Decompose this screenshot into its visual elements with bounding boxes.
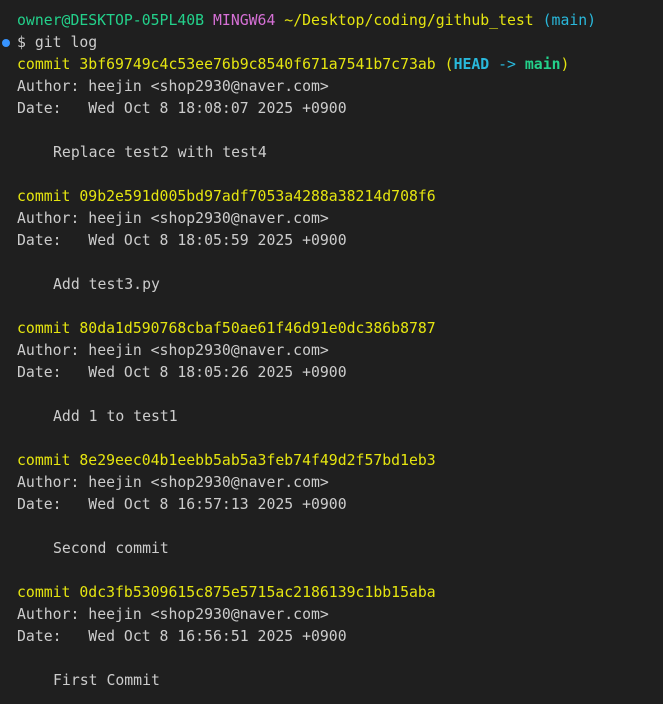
ref-arrow: -> bbox=[498, 56, 516, 73]
commit-date-line: Date: Wed Oct 8 16:56:51 2025 +0900 bbox=[0, 626, 663, 648]
commit-message: Second commit bbox=[53, 540, 169, 557]
commit-author: heejin <shop2930@naver.com> bbox=[88, 210, 329, 227]
commit-author: heejin <shop2930@naver.com> bbox=[88, 606, 329, 623]
commit-message-line: Add 1 to test1 bbox=[0, 406, 663, 428]
commit-hash: 80da1d590768cbaf50ae61f46d91e0dc386b8787 bbox=[79, 320, 436, 337]
commit-date: Wed Oct 8 16:56:51 2025 +0900 bbox=[88, 628, 347, 645]
commit-date: Wed Oct 8 18:05:26 2025 +0900 bbox=[88, 364, 347, 381]
prompt-symbol: $ bbox=[17, 34, 26, 51]
commit-hash: 3bf69749c4c53ee76b9c8540f671a7541b7c73ab bbox=[79, 56, 436, 73]
command-text: git log bbox=[34, 34, 98, 51]
commit-message: Add test3.py bbox=[53, 276, 160, 293]
prompt-msystem: MINGW64 bbox=[213, 12, 276, 29]
commit-author-line: Author: heejin <shop2930@naver.com> bbox=[0, 208, 663, 230]
commit-hash: 8e29eec04b1eebb5ab5a3feb74f49d2f57bd1eb3 bbox=[79, 452, 436, 469]
command-line: $ git log bbox=[0, 32, 663, 54]
commit-label: commit bbox=[17, 56, 71, 73]
commit-author-line: Author: heejin <shop2930@naver.com> bbox=[0, 604, 663, 626]
commit-message-line: Add test3.py bbox=[0, 274, 663, 296]
commit-label: commit bbox=[17, 584, 71, 601]
commit-author-line: Author: heejin <shop2930@naver.com> bbox=[0, 340, 663, 362]
refs-open-paren: ( bbox=[444, 56, 454, 73]
commit-author-line: Author: heejin <shop2930@naver.com> bbox=[0, 76, 663, 98]
commit-author: heejin <shop2930@naver.com> bbox=[88, 78, 329, 95]
date-label: Date: bbox=[17, 232, 62, 249]
commit-date-line: Date: Wed Oct 8 18:05:26 2025 +0900 bbox=[0, 362, 663, 384]
commit-date-line: Date: Wed Oct 8 18:05:59 2025 +0900 bbox=[0, 230, 663, 252]
prompt-line: owner@DESKTOP-05PL40B MINGW64 ~/Desktop/… bbox=[0, 10, 663, 32]
commit-hash: 09b2e591d005bd97adf7053a4288a38214d708f6 bbox=[79, 188, 436, 205]
date-label: Date: bbox=[17, 496, 62, 513]
commit-label: commit bbox=[17, 452, 71, 469]
commit-date: Wed Oct 8 18:08:07 2025 +0900 bbox=[88, 100, 347, 117]
commit-message-line: Replace test2 with test4 bbox=[0, 142, 663, 164]
commit-date-line: Date: Wed Oct 8 16:57:13 2025 +0900 bbox=[0, 494, 663, 516]
commit-message: Replace test2 with test4 bbox=[53, 144, 267, 161]
ref-branch-main: main bbox=[524, 56, 561, 73]
commit-hash-line: commit 3bf69749c4c53ee76b9c8540f671a7541… bbox=[0, 54, 663, 76]
commit-date: Wed Oct 8 16:57:13 2025 +0900 bbox=[88, 496, 347, 513]
command-decoration-dot-icon[interactable] bbox=[2, 39, 10, 47]
terminal-output[interactable]: owner@DESKTOP-05PL40B MINGW64 ~/Desktop/… bbox=[0, 0, 663, 704]
prompt-branch: (main) bbox=[542, 12, 597, 29]
commit-author: heejin <shop2930@naver.com> bbox=[88, 342, 329, 359]
commit-message: First Commit bbox=[53, 672, 160, 689]
commit-message: Add 1 to test1 bbox=[53, 408, 178, 425]
author-label: Author: bbox=[17, 474, 80, 491]
commit-hash: 0dc3fb5309615c875e5715ac2186139c1bb15aba bbox=[79, 584, 436, 601]
commit-author: heejin <shop2930@naver.com> bbox=[88, 474, 329, 491]
ref-head: HEAD bbox=[453, 56, 490, 73]
commit-refs: (HEAD -> main) bbox=[445, 56, 570, 73]
commit-label: commit bbox=[17, 320, 71, 337]
refs-close-paren: ) bbox=[560, 56, 570, 73]
author-label: Author: bbox=[17, 210, 80, 227]
commit-message-line: Second commit bbox=[0, 538, 663, 560]
author-label: Author: bbox=[17, 606, 80, 623]
commit-author-line: Author: heejin <shop2930@naver.com> bbox=[0, 472, 663, 494]
date-label: Date: bbox=[17, 364, 62, 381]
date-label: Date: bbox=[17, 628, 62, 645]
commit-date: Wed Oct 8 18:05:59 2025 +0900 bbox=[88, 232, 347, 249]
commit-label: commit bbox=[17, 188, 71, 205]
prompt-path: ~/Desktop/coding/github_test bbox=[284, 12, 534, 29]
commit-message-line: First Commit bbox=[0, 670, 663, 692]
commit-hash-line: commit 09b2e591d005bd97adf7053a4288a3821… bbox=[0, 186, 663, 208]
prompt-user-host: owner@DESKTOP-05PL40B bbox=[17, 12, 205, 29]
commit-date-line: Date: Wed Oct 8 18:08:07 2025 +0900 bbox=[0, 98, 663, 120]
commit-hash-line: commit 80da1d590768cbaf50ae61f46d91e0dc3… bbox=[0, 318, 663, 340]
author-label: Author: bbox=[17, 342, 80, 359]
commit-hash-line: commit 0dc3fb5309615c875e5715ac2186139c1… bbox=[0, 582, 663, 604]
date-label: Date: bbox=[17, 100, 62, 117]
commit-hash-line: commit 8e29eec04b1eebb5ab5a3feb74f49d2f5… bbox=[0, 450, 663, 472]
author-label: Author: bbox=[17, 78, 80, 95]
